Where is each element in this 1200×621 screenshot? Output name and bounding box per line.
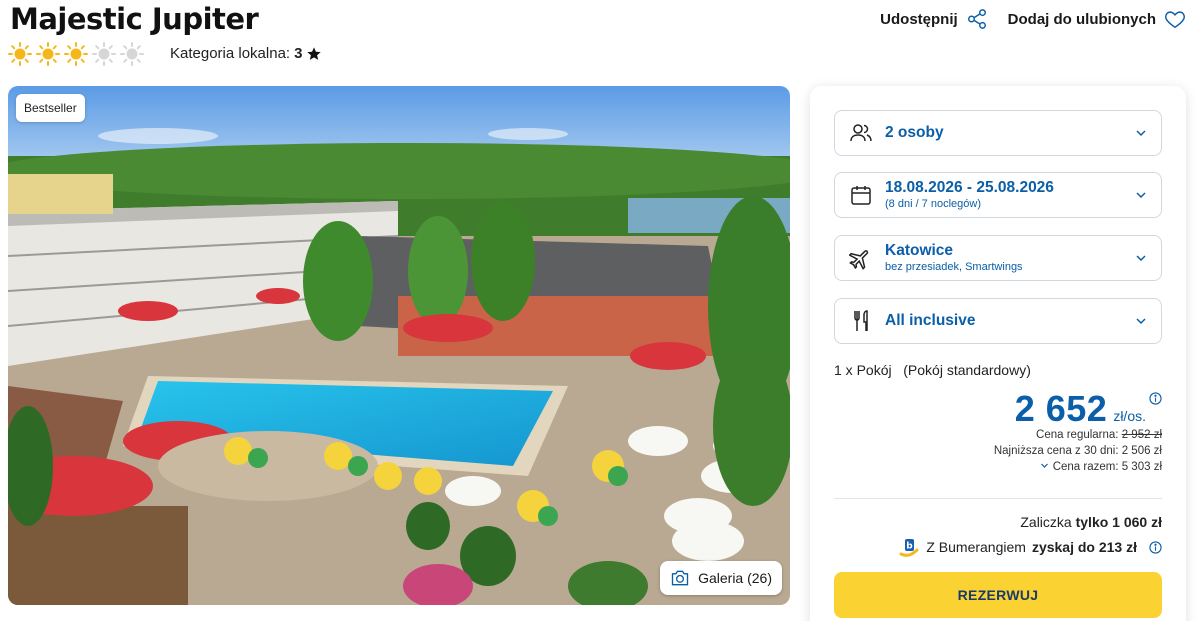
share-button[interactable]: Udostępnij	[880, 8, 988, 30]
flight-select[interactable]: Katowice bez przesiadek, Smartwings	[834, 235, 1162, 281]
board-value: All inclusive	[885, 312, 976, 329]
gallery-button[interactable]: Galeria (26)	[660, 561, 782, 595]
lowest-price: Najniższa cena z 30 dni: 2 506 zł	[993, 445, 1162, 457]
dates-value: 18.08.2026 - 25.08.2026	[885, 179, 1054, 196]
price-per-person: 2 652 zł/os.	[1015, 388, 1146, 430]
star-sun-icon	[8, 42, 32, 66]
deposit-info: Zaliczka tylko 1 060 zł	[1020, 514, 1162, 530]
price-value: 2 652	[1014, 388, 1108, 429]
calendar-icon	[851, 186, 871, 205]
dates-duration: (8 dni / 7 noclegów)	[885, 198, 981, 210]
star-sun-icon	[64, 42, 88, 66]
booking-panel: 2 osoby 18.08.2026 - 25.08.2026 (8 dni /…	[810, 86, 1186, 621]
share-icon	[967, 9, 986, 29]
deposit-label: Zaliczka	[1020, 514, 1072, 530]
bumerang-label: Z Bumerangiem	[926, 539, 1026, 555]
hotel-pool-image	[8, 86, 790, 605]
camera-icon	[671, 570, 689, 586]
info-icon[interactable]	[1149, 540, 1162, 554]
chevron-down-icon	[1136, 255, 1146, 262]
price-unit: zł/os.	[1113, 408, 1146, 424]
chevron-down-icon	[1136, 318, 1146, 325]
hotel-title: Majestic Jupiter	[10, 2, 259, 36]
info-icon[interactable]	[1149, 392, 1162, 405]
bumerang-info: b Z Bumerangiem zyskaj do 213 zł	[898, 536, 1162, 558]
chevron-down-icon	[1136, 130, 1146, 137]
persons-value: 2 osoby	[885, 124, 944, 141]
room-summary: 1 x Pokój (Pokój standardowy)	[834, 362, 1031, 378]
plane-icon	[849, 250, 869, 270]
favorites-label: Dodaj do ulubionych	[1007, 10, 1156, 28]
chevron-down-icon	[1040, 463, 1048, 468]
local-category-value: 3	[294, 45, 303, 62]
bumerang-logo-icon: b	[899, 539, 919, 557]
total-price-toggle[interactable]: Cena razem: 5 303 zł	[1040, 461, 1162, 473]
divider	[834, 498, 1162, 499]
chevron-down-icon	[1136, 192, 1146, 199]
local-category: Kategoria lokalna: 3	[170, 45, 322, 62]
hotel-stars	[8, 42, 144, 66]
flight-details: bez przesiadek, Smartwings	[885, 261, 1023, 273]
regular-price-value: 2 952 zł	[1121, 429, 1162, 441]
star-sun-empty-icon	[92, 42, 116, 66]
hotel-photo[interactable]: Bestseller Galeria (26)	[8, 86, 790, 605]
deposit-value: tylko 1 060 zł	[1075, 514, 1162, 530]
star-sun-icon	[36, 42, 60, 66]
regular-price-label: Cena regularna:	[1036, 429, 1119, 441]
reserve-button[interactable]: REZERWUJ	[834, 572, 1162, 618]
add-to-favorites-button[interactable]: Dodaj do ulubionych	[1008, 8, 1186, 30]
dates-select[interactable]: 18.08.2026 - 25.08.2026 (8 dni / 7 nocle…	[834, 172, 1162, 218]
local-category-label: Kategoria lokalna:	[170, 45, 291, 62]
star-sun-empty-icon	[120, 42, 144, 66]
share-label: Udostępnij	[880, 10, 958, 28]
cutlery-icon	[854, 310, 868, 331]
bumerang-value: zyskaj do 213 zł	[1031, 539, 1137, 555]
total-price: Cena razem: 5 303 zł	[1052, 461, 1162, 473]
svg-text:b: b	[907, 542, 914, 552]
users-icon	[850, 124, 872, 142]
regular-price: Cena regularna: 2 952 zł	[1036, 429, 1162, 441]
heart-icon	[1165, 11, 1185, 29]
bestseller-badge: Bestseller	[16, 94, 85, 122]
flight-departure: Katowice	[885, 242, 954, 259]
board-select[interactable]: All inclusive	[834, 298, 1162, 344]
gallery-label: Galeria (26)	[698, 570, 772, 586]
persons-select[interactable]: 2 osoby	[834, 110, 1162, 156]
star-icon	[307, 46, 322, 60]
